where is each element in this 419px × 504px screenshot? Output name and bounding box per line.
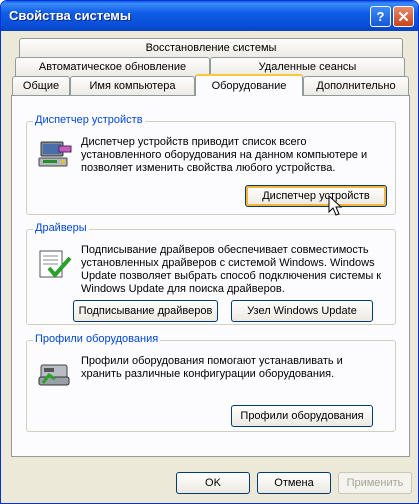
- hardware-profiles-button[interactable]: Профили оборудования: [231, 405, 373, 427]
- hardware-profiles-icon: [38, 364, 70, 386]
- device-manager-description: Диспетчер устройств приводит список всег…: [81, 136, 368, 174]
- hardware-profiles-group-title: Профили оборудования: [33, 333, 161, 345]
- windows-update-button[interactable]: Узел Windows Update: [231, 300, 373, 322]
- driver-signing-button[interactable]: Подписывание драйверов: [73, 300, 218, 322]
- tab-computer-name[interactable]: Имя компьютера: [70, 76, 195, 95]
- hardware-profiles-description: Профили оборудования помогают устанавлив…: [81, 355, 343, 380]
- hardware-profiles-group: Профили оборудования Профили оборудовани…: [26, 333, 396, 432]
- hardware-tab-panel: Диспетчер устройств Диспетчер устройств …: [11, 95, 410, 457]
- title-bar[interactable]: Свойства системы ? ✕: [1, 1, 418, 31]
- cancel-button[interactable]: Отмена: [257, 472, 331, 494]
- help-button[interactable]: ?: [370, 6, 391, 27]
- system-properties-window: Свойства системы ? ✕ Восстановление сист…: [0, 0, 419, 504]
- close-button[interactable]: ✕: [393, 6, 414, 27]
- device-manager-button[interactable]: Диспетчер устройств: [245, 185, 387, 207]
- mouse-cursor-icon: [328, 195, 342, 216]
- tab-advanced[interactable]: Дополнительно: [303, 76, 409, 95]
- tab-system-restore[interactable]: Восстановление системы: [19, 38, 403, 57]
- ok-button[interactable]: OK: [176, 472, 250, 494]
- drivers-group-title: Драйверы: [33, 222, 89, 234]
- device-manager-group-title: Диспетчер устройств: [33, 114, 145, 126]
- tab-hardware[interactable]: Оборудование: [195, 74, 303, 96]
- drivers-group: Драйверы Подписывание драйверов обеспечи…: [26, 222, 396, 325]
- tab-automatic-updates[interactable]: Автоматическое обновление: [15, 57, 210, 76]
- driver-signing-icon: [39, 250, 72, 279]
- device-manager-icon: [38, 141, 72, 167]
- apply-button[interactable]: Применить: [338, 472, 412, 494]
- window-title: Свойства системы: [9, 8, 131, 23]
- tab-general[interactable]: Общие: [12, 76, 70, 95]
- drivers-description: Подписывание драйверов обеспечивает совм…: [81, 244, 382, 295]
